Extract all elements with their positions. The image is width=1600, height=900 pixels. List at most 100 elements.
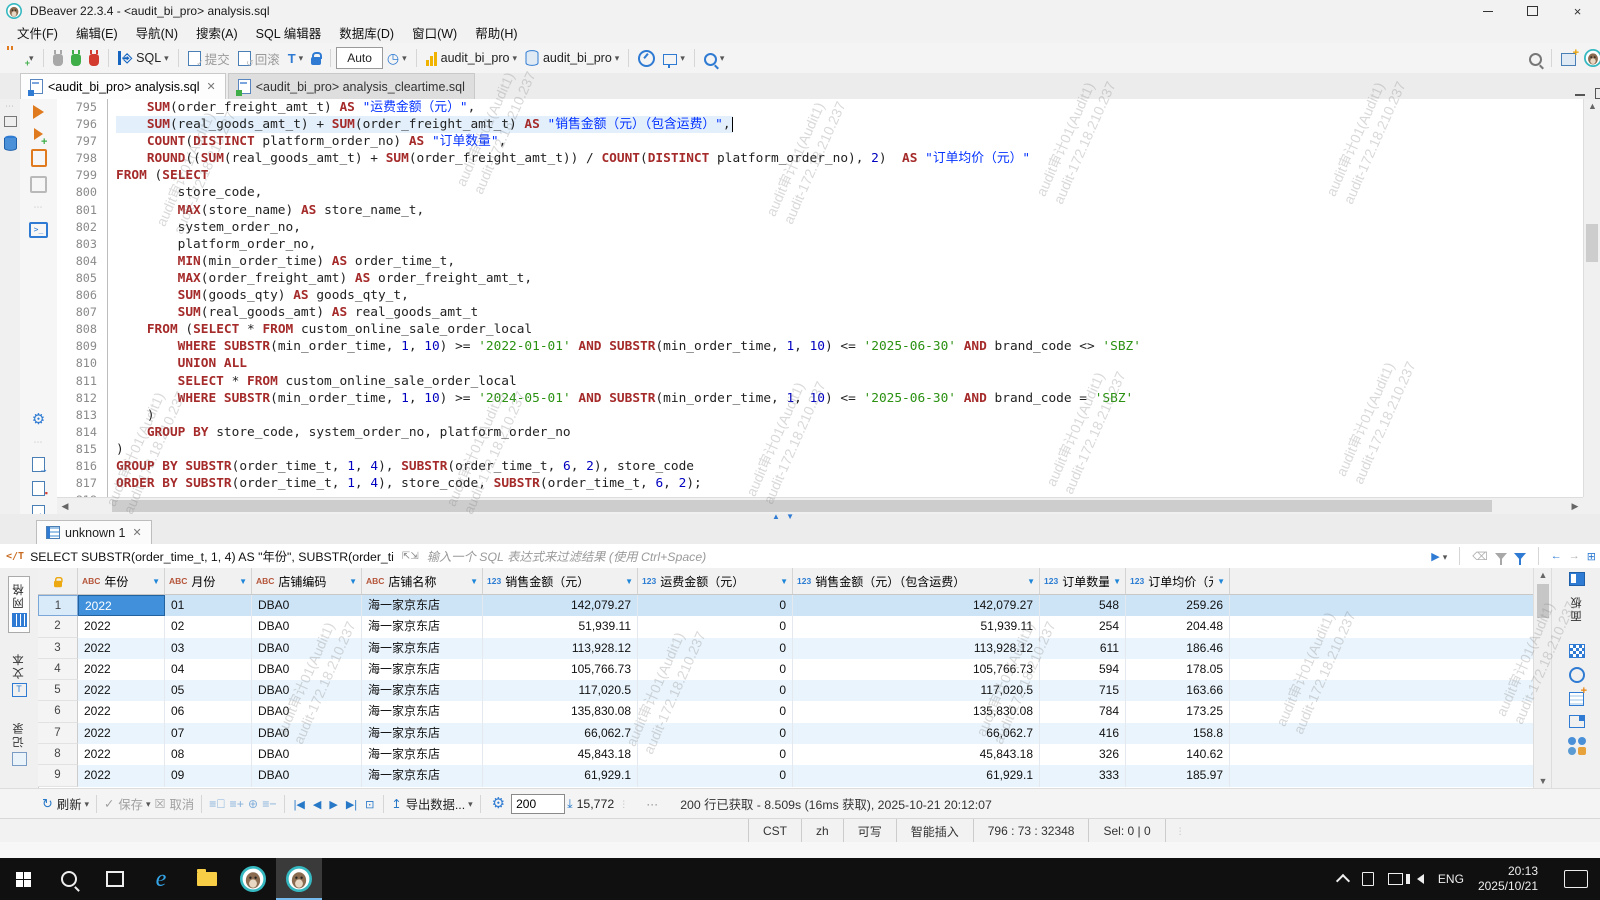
add-row-button[interactable]: ≡+: [230, 797, 244, 811]
disconnect-button[interactable]: [86, 49, 102, 68]
grid-cell[interactable]: 2022: [78, 616, 165, 637]
maximize-panel-icon[interactable]: [1595, 88, 1600, 99]
grid-cell[interactable]: 142,079.27: [793, 595, 1040, 616]
grid-cell[interactable]: 51,939.11: [483, 616, 638, 637]
file-error-icon[interactable]: ▪: [32, 481, 45, 496]
grid-cell[interactable]: 0: [638, 680, 793, 701]
new-connection-button[interactable]: +▾: [7, 48, 37, 68]
database-navigator-icon[interactable]: [3, 135, 18, 151]
sql-line[interactable]: 814 GROUP BY store_code, system_order_no…: [57, 424, 1583, 441]
grid-cell[interactable]: DBA0: [252, 595, 362, 616]
grid-cell[interactable]: 140.62: [1126, 744, 1230, 765]
grid-cell[interactable]: 2022: [78, 765, 165, 786]
grid-cell[interactable]: 0: [638, 744, 793, 765]
grid-cell[interactable]: 715: [1040, 680, 1126, 701]
next-row-button[interactable]: ▶: [329, 798, 337, 811]
grid-cell[interactable]: 45,843.18: [483, 744, 638, 765]
filter-icon[interactable]: [1514, 553, 1526, 560]
network-tray-icon[interactable]: [1388, 873, 1403, 885]
fetch-size-input[interactable]: [511, 794, 565, 814]
grid-cell[interactable]: DBA0: [252, 659, 362, 680]
sql-line[interactable]: 811 SELECT * FROM custom_online_sale_ord…: [57, 373, 1583, 390]
calc-panel-icon[interactable]: [1569, 667, 1585, 683]
grid-cell[interactable]: 113,928.12: [793, 638, 1040, 659]
filter-input-placeholder[interactable]: 输入一个 SQL 表达式来过滤结果 (使用 Ctrl+Space): [427, 547, 707, 565]
grid-cell[interactable]: 0: [638, 595, 793, 616]
grid-cell[interactable]: 254: [1040, 616, 1126, 637]
volume-tray-icon[interactable]: [1417, 874, 1424, 884]
grid-cell[interactable]: DBA0: [252, 616, 362, 637]
close-tab-icon[interactable]: ✕: [207, 80, 216, 93]
scrollbar-thumb[interactable]: [1586, 224, 1598, 262]
save-button[interactable]: ✓保存▾: [104, 795, 150, 813]
grid-cell[interactable]: 117,020.5: [793, 680, 1040, 701]
last-row-button[interactable]: ▶|: [346, 798, 357, 811]
grid-panel-icon[interactable]: [1569, 715, 1585, 728]
connection-selector[interactable]: audit_bi_pro▾: [423, 49, 520, 68]
grid-cell[interactable]: 2022: [78, 680, 165, 701]
grid-cell[interactable]: 326: [1040, 744, 1126, 765]
taskbar-search-button[interactable]: [46, 858, 92, 900]
grid-cell[interactable]: 105,766.73: [793, 659, 1040, 680]
first-row-button[interactable]: |◀: [294, 798, 305, 811]
delete-row-button[interactable]: ≡−: [262, 797, 276, 811]
dbeaver-perspective-button[interactable]: [1581, 47, 1600, 69]
sort-dropdown-icon[interactable]: ▼: [1109, 577, 1121, 586]
grid-cell[interactable]: 105,766.73: [483, 659, 638, 680]
panel-toggle-icon[interactable]: [1569, 572, 1585, 586]
scrollbar-thumb[interactable]: [112, 500, 1492, 512]
grid-vertical-scrollbar[interactable]: ▲ ▼: [1533, 568, 1552, 788]
column-header[interactable]: ABC月份▼: [165, 568, 252, 594]
editor-settings-gear-icon[interactable]: ⚙: [32, 412, 45, 428]
sql-line[interactable]: 797 COUNT(DISTINCT platform_order_no) AS…: [57, 133, 1583, 150]
grid-cell[interactable]: 0: [638, 765, 793, 786]
sort-dropdown-icon[interactable]: ▼: [1023, 577, 1035, 586]
column-header[interactable]: ABC店铺名称▼: [362, 568, 483, 594]
sql-line[interactable]: 806 SUM(goods_qty) AS goods_qty_t,: [57, 287, 1583, 304]
sort-dropdown-icon[interactable]: ▼: [235, 577, 247, 586]
menu-item[interactable]: SQL 编辑器: [247, 21, 331, 44]
scroll-left-icon[interactable]: ◀: [57, 501, 73, 512]
task-view-button[interactable]: [92, 858, 138, 900]
results-grid[interactable]: ABC年份▼ABC月份▼ABC店铺编码▼ABC店铺名称▼123销售金额（元）▼1…: [38, 568, 1533, 788]
grid-cell[interactable]: 173.25: [1126, 701, 1230, 722]
restore-panel-icon[interactable]: [4, 116, 17, 127]
input-language[interactable]: ENG: [1438, 872, 1464, 886]
start-button[interactable]: [0, 858, 46, 900]
scrollbar-thumb[interactable]: [1537, 584, 1549, 618]
sort-dropdown-icon[interactable]: ▼: [148, 577, 160, 586]
grid-cell[interactable]: 海一家京东店: [362, 723, 483, 744]
filter-panel-icon[interactable]: ⊞: [1587, 550, 1596, 563]
results-view-tab-text[interactable]: 文本T: [9, 647, 29, 702]
grid-cell[interactable]: DBA0: [252, 701, 362, 722]
grid-cell[interactable]: 142,079.27: [483, 595, 638, 616]
duplicate-row-button[interactable]: ⊕: [248, 797, 258, 811]
grid-cell[interactable]: 45,843.18: [793, 744, 1040, 765]
grid-cell[interactable]: 01: [165, 595, 252, 616]
quick-access-search[interactable]: [1526, 49, 1545, 68]
sql-editor[interactable]: 795 SUM(order_freight_amt_t) AS "运费金额（元）…: [57, 99, 1583, 497]
sql-line[interactable]: 798 ROUND((SUM(real_goods_amt_t) + SUM(o…: [57, 150, 1583, 167]
execute-statement-button[interactable]: [33, 105, 44, 119]
history-forward-icon[interactable]: →: [1569, 550, 1580, 562]
sort-dropdown-icon[interactable]: ▼: [345, 577, 357, 586]
grid-cell[interactable]: 333: [1040, 765, 1126, 786]
menu-item[interactable]: 数据库(D): [330, 21, 403, 44]
grid-cell[interactable]: 0: [638, 638, 793, 659]
grid-cell[interactable]: 0: [638, 723, 793, 744]
row-number[interactable]: 2: [38, 616, 78, 637]
open-perspective-button[interactable]: [1558, 49, 1579, 68]
sql-line[interactable]: 799FROM (SELECT: [57, 167, 1583, 184]
filter-query-text[interactable]: SELECT SUBSTR(order_time_t, 1, 4) AS "年份…: [30, 547, 394, 565]
menu-item[interactable]: 帮助(H): [466, 21, 526, 44]
grid-cell[interactable]: 0: [638, 659, 793, 680]
tab-analysis-cleartime-sql[interactable]: <audit_bi_pro> analysis_cleartime.sql: [228, 73, 475, 99]
grid-cell[interactable]: 海一家京东店: [362, 765, 483, 786]
row-number[interactable]: 4: [38, 659, 78, 680]
grid-cell[interactable]: DBA0: [252, 723, 362, 744]
sql-line[interactable]: 812 WHERE SUBSTR(min_order_time, 1, 10) …: [57, 390, 1583, 407]
rollback-button[interactable]: ↺回滚: [235, 47, 283, 70]
grid-cell[interactable]: 594: [1040, 659, 1126, 680]
schema-selector[interactable]: audit_bi_pro▾: [522, 48, 622, 68]
sort-dropdown-icon[interactable]: ▼: [776, 577, 788, 586]
